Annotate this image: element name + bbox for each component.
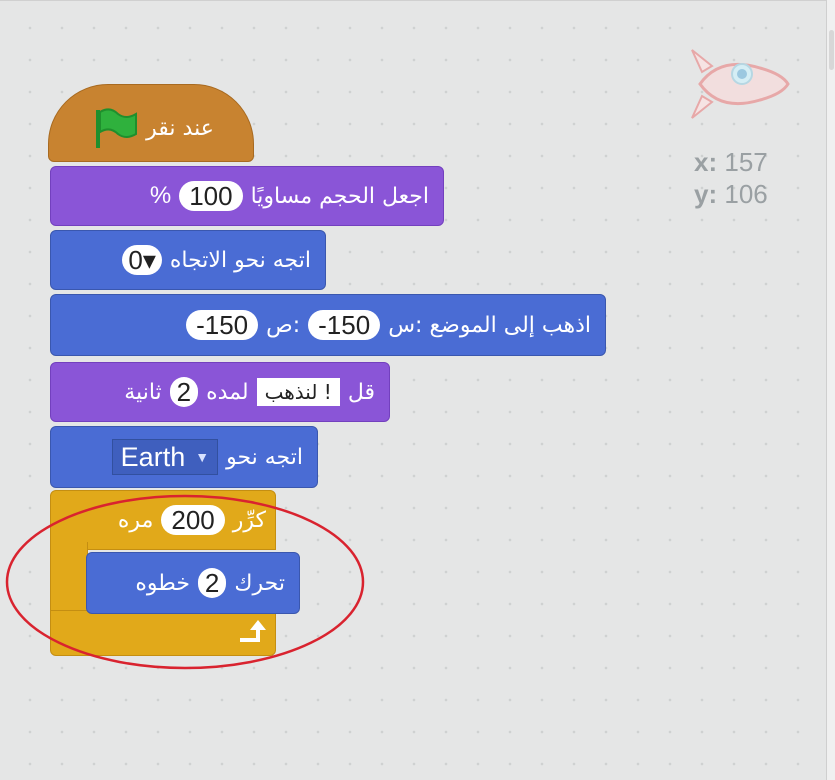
target-value: Earth <box>120 442 186 472</box>
x-input[interactable]: -150 <box>308 310 381 340</box>
for-label: لمده <box>206 379 249 405</box>
repeat-count-input[interactable]: 200 <box>161 505 225 535</box>
rocket-sprite-icon <box>691 49 790 119</box>
repeat-label: كرِّر <box>232 507 266 533</box>
say-label: قل <box>347 379 375 405</box>
steps-input[interactable]: 2 <box>197 568 227 598</box>
size-input[interactable]: 100 <box>179 181 243 211</box>
point-in-direction-block[interactable]: 0▾ اتجه نحو الاتجاه <box>50 230 326 290</box>
unit-label: % <box>149 182 172 209</box>
loop-arrow-icon <box>236 618 268 648</box>
point-towards-label: اتجه نحو <box>226 444 303 470</box>
message-input[interactable]: ! لنذهب <box>256 378 340 406</box>
green-flag-icon <box>96 108 138 148</box>
move-label: تحرك <box>234 570 285 596</box>
go-to-label: اذهب إلى الموضع :س <box>388 312 591 338</box>
steps-unit-label: خطوه <box>135 570 190 596</box>
go-to-xy-block[interactable]: -150 :ص -150 اذهب إلى الموضع :س <box>50 294 606 356</box>
when-flag-clicked-block[interactable]: عند نقر <box>48 84 254 162</box>
y-input[interactable]: -150 <box>186 310 259 340</box>
direction-dropdown-input[interactable]: 0▾ <box>122 245 162 275</box>
repeat-header: مره 200 كرِّر <box>52 492 274 548</box>
point-direction-label: اتجه نحو الاتجاه <box>169 247 311 273</box>
set-size-block[interactable]: % 100 اجعل الحجم مساويًا <box>50 166 444 226</box>
point-towards-block[interactable]: Earth ▼ اتجه نحو <box>50 426 318 488</box>
chevron-down-icon: ▼ <box>195 449 210 465</box>
seconds-input[interactable]: 2 <box>169 377 199 407</box>
scrollbar-thumb[interactable] <box>829 30 834 70</box>
when-flag-label: عند نقر <box>146 115 214 141</box>
sprite-x-readout: x: 157 <box>694 147 768 177</box>
set-size-label: اجعل الحجم مساويًا <box>250 183 429 209</box>
y-label: :ص <box>266 312 301 338</box>
say-for-secs-block[interactable]: ثانية 2 لمده ! لنذهب قل <box>50 362 390 422</box>
vertical-scrollbar[interactable] <box>826 0 835 780</box>
move-steps-block[interactable]: خطوه 2 تحرك <box>86 552 300 614</box>
repeat-unit-label: مره <box>117 507 154 533</box>
seconds-label: ثانية <box>124 379 162 405</box>
target-dropdown[interactable]: Earth ▼ <box>111 439 219 475</box>
sprite-y-readout: y: 106 <box>694 179 768 209</box>
